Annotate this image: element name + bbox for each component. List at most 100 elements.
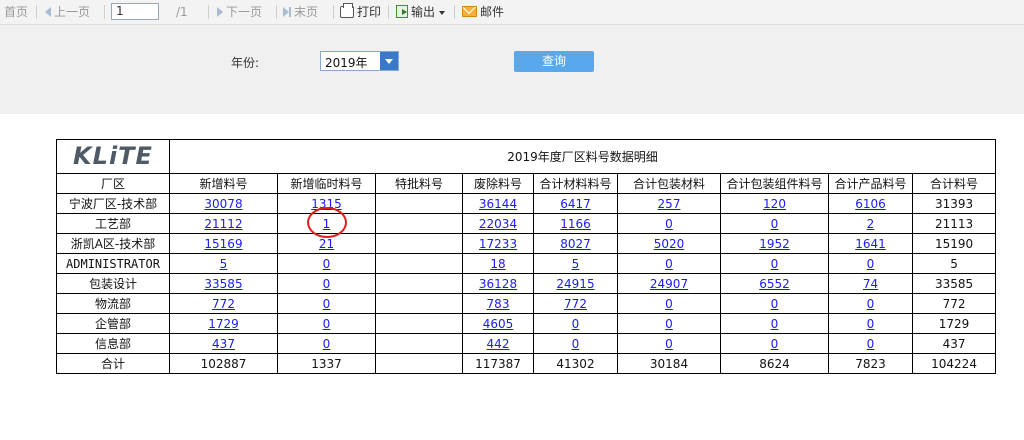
cell-link[interactable]: 1641 xyxy=(855,237,886,251)
chevron-down-icon[interactable] xyxy=(380,52,398,70)
cell-link[interactable]: 437 xyxy=(212,337,235,351)
cell xyxy=(375,353,463,374)
cell-link[interactable]: 4605 xyxy=(483,317,514,331)
cell-link[interactable]: 0 xyxy=(323,297,331,311)
cell: 4605 xyxy=(462,313,534,334)
column-header: 新增临时料号 xyxy=(277,173,376,194)
export-icon xyxy=(396,5,408,18)
last-page-label: 末页 xyxy=(294,5,319,19)
cell-link[interactable]: 24915 xyxy=(556,277,594,291)
last-page-button[interactable]: 末页 xyxy=(283,0,318,24)
cell-link[interactable]: 22034 xyxy=(479,217,517,231)
cell-link[interactable]: 30078 xyxy=(204,197,242,211)
cell-link[interactable]: 18 xyxy=(490,257,505,271)
cell: 8027 xyxy=(533,233,618,254)
cell-link[interactable]: 0 xyxy=(771,217,779,231)
cell-link[interactable]: 0 xyxy=(323,317,331,331)
cell-link[interactable]: 6552 xyxy=(759,277,790,291)
cell: 18 xyxy=(462,253,534,274)
cell-link[interactable]: 36128 xyxy=(479,277,517,291)
first-page-label: 首页 xyxy=(4,5,29,19)
cell-link[interactable]: 0 xyxy=(323,257,331,271)
mail-label: 邮件 xyxy=(480,5,505,19)
cell-link[interactable]: 0 xyxy=(771,337,779,351)
cell-link[interactable]: 257 xyxy=(658,197,681,211)
cell-link[interactable]: 120 xyxy=(763,197,786,211)
cell: 102887 xyxy=(169,353,278,374)
cell-link[interactable]: 5 xyxy=(220,257,228,271)
cell-link[interactable]: 6417 xyxy=(560,197,591,211)
cell: 36144 xyxy=(462,193,534,214)
next-page-button[interactable]: 下一页 xyxy=(217,0,262,24)
cell-link[interactable]: 0 xyxy=(665,337,673,351)
cell: 257 xyxy=(617,193,721,214)
cell-link[interactable]: 0 xyxy=(665,217,673,231)
print-button[interactable]: 打印 xyxy=(340,0,381,24)
cell: 15190 xyxy=(911,233,997,254)
cell-link[interactable]: 0 xyxy=(771,317,779,331)
cell: 0 xyxy=(277,313,376,334)
table-row: 宁波厂区-技术部 30078 1315 36144 6417 257 120 6… xyxy=(56,193,997,214)
cell-link[interactable]: 21112 xyxy=(204,217,242,231)
cell xyxy=(375,213,463,234)
prev-page-button[interactable]: 上一页 xyxy=(45,0,90,24)
cell: 0 xyxy=(828,333,913,354)
row-label: 宁波厂区-技术部 xyxy=(56,193,170,214)
cell-link[interactable]: 33585 xyxy=(204,277,242,291)
next-page-label: 下一页 xyxy=(226,5,263,19)
cell-link[interactable]: 24907 xyxy=(650,277,688,291)
cell-link[interactable]: 5020 xyxy=(654,237,685,251)
cell-link[interactable]: 74 xyxy=(863,277,878,291)
cell-link[interactable]: 0 xyxy=(323,277,331,291)
cell-link[interactable]: 442 xyxy=(487,337,510,351)
query-button[interactable]: 查询 xyxy=(514,51,594,72)
cell-link[interactable]: 17233 xyxy=(479,237,517,251)
cell-link[interactable]: 5 xyxy=(572,257,580,271)
toolbar-divider xyxy=(454,5,455,19)
cell-link[interactable]: 6106 xyxy=(855,197,886,211)
cell: 22034 xyxy=(462,213,534,234)
cell: 0 xyxy=(533,313,618,334)
cell: 0 xyxy=(277,333,376,354)
cell-link[interactable]: 1952 xyxy=(759,237,790,251)
page-number-input[interactable]: 1 xyxy=(111,3,159,20)
cell-link[interactable]: 1729 xyxy=(208,317,239,331)
cell-link[interactable]: 36144 xyxy=(479,197,517,211)
cell-link[interactable]: 0 xyxy=(771,257,779,271)
cell: 17233 xyxy=(462,233,534,254)
row-label: 企管部 xyxy=(56,313,170,334)
cell-link[interactable]: 0 xyxy=(572,317,580,331)
cell-link[interactable]: 0 xyxy=(665,317,673,331)
cell-link[interactable]: 15169 xyxy=(204,237,242,251)
cell-link[interactable]: 0 xyxy=(867,317,875,331)
cell-link[interactable]: 772 xyxy=(212,297,235,311)
cell-link[interactable]: 0 xyxy=(867,337,875,351)
cell-link[interactable]: 8027 xyxy=(560,237,591,251)
cell-link[interactable]: 0 xyxy=(867,297,875,311)
export-button[interactable]: 输出 xyxy=(396,0,446,24)
column-header: 合计材料料号 xyxy=(533,173,618,194)
cell-link[interactable]: 783 xyxy=(487,297,510,311)
cell-link[interactable]: 0 xyxy=(771,297,779,311)
row-label: 工艺部 xyxy=(56,213,170,234)
year-select[interactable]: 2019年 xyxy=(320,51,399,71)
mail-icon xyxy=(462,6,477,17)
cell-link[interactable]: 0 xyxy=(867,257,875,271)
cell-link[interactable]: 1166 xyxy=(560,217,591,231)
cell: 33585 xyxy=(169,273,278,294)
cell-link[interactable]: 0 xyxy=(665,297,673,311)
cell-link[interactable]: 2 xyxy=(867,217,875,231)
panel-collapse-handle[interactable] xyxy=(609,130,629,138)
cell-link[interactable]: 0 xyxy=(665,257,673,271)
cell: 772 xyxy=(533,293,618,314)
table-row: ADMINISTRATOR 5 0 18 5 0 0 0 5 xyxy=(56,253,997,274)
mail-button[interactable]: 邮件 xyxy=(462,0,504,24)
toolbar-divider xyxy=(104,5,105,19)
year-select-value: 2019年 xyxy=(325,56,368,70)
cell-link[interactable]: 0 xyxy=(323,337,331,351)
cell-link[interactable]: 772 xyxy=(564,297,587,311)
cell-link[interactable]: 0 xyxy=(572,337,580,351)
cell-link[interactable]: 21 xyxy=(319,237,334,251)
total-row: 合计 102887 1337 117387 41302 30184 8624 7… xyxy=(56,353,997,374)
first-page-button[interactable]: 首页 xyxy=(4,0,28,24)
